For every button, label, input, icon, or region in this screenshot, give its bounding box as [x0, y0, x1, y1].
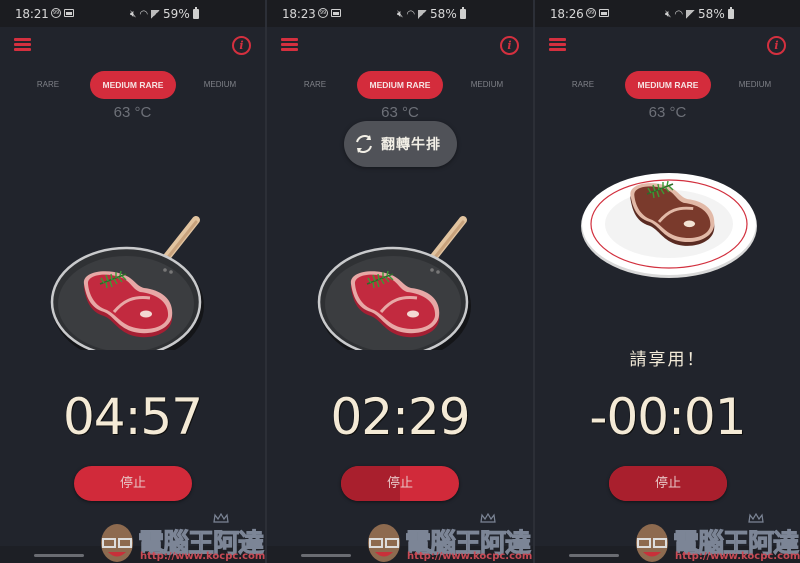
status-time: 18:26: [550, 7, 584, 21]
stop-button-label: 停止: [119, 476, 146, 491]
home-gesture-bar[interactable]: [34, 554, 84, 557]
mute-icon: 🔇︎: [397, 8, 404, 20]
home-gesture-bar[interactable]: [569, 554, 619, 557]
watermark-crown-icon: [480, 513, 496, 523]
menu-button[interactable]: [14, 38, 31, 51]
screen-1: 18:21 99 🔇︎ ◠ 59% i RARE MEDIUM RARE MED…: [0, 0, 265, 563]
refresh-icon: [356, 135, 372, 153]
countdown-timer: 02:29: [330, 388, 470, 446]
notification-badge-icon: 99: [586, 8, 596, 18]
home-gesture-bar[interactable]: [301, 554, 351, 557]
doneness-tabs: RARE MEDIUM RARE MEDIUM: [0, 71, 265, 99]
gallery-notification-icon: [599, 9, 609, 17]
steak-on-plate-image: [581, 173, 757, 278]
toast-text: 翻轉牛排: [381, 137, 441, 153]
signal-icon: [151, 9, 161, 19]
watermark-crown-icon: [748, 513, 764, 523]
status-bar: 18:21 99 🔇︎ ◠ 59%: [0, 0, 265, 27]
status-time: 18:23: [282, 7, 316, 21]
status-bar: 18:26 99 🔇︎ ◠ 58%: [535, 0, 800, 27]
mute-icon: 🔇︎: [130, 8, 137, 20]
battery-icon: [459, 7, 466, 19]
tab-rare[interactable]: RARE: [28, 71, 68, 99]
wifi-icon: ◠: [139, 8, 149, 20]
tab-medium[interactable]: MEDIUM: [459, 71, 515, 99]
mute-icon: 🔇︎: [665, 8, 672, 20]
target-temperature: 63 °C: [648, 104, 687, 121]
screen-3: 18:26 99 🔇︎ ◠ 58% i RARE MEDIUM RARE MED…: [535, 0, 800, 563]
stop-button[interactable]: 停止: [341, 466, 459, 501]
tab-rare[interactable]: RARE: [563, 71, 603, 99]
tab-rare[interactable]: RARE: [295, 71, 335, 99]
steak-in-pan-image: [317, 216, 471, 350]
notification-badge-icon: 99: [318, 8, 328, 18]
wifi-icon: ◠: [674, 8, 684, 20]
screen-2: 18:23 99 🔇︎ ◠ 58% i RARE MEDIUM RARE MED…: [267, 0, 533, 563]
stop-button-label: 停止: [386, 476, 413, 491]
signal-icon: [686, 9, 696, 19]
status-time: 18:21: [15, 7, 49, 21]
stop-button[interactable]: 停止: [609, 466, 727, 501]
flip-steak-toast: 翻轉牛排: [344, 121, 457, 167]
tab-medium-rare[interactable]: MEDIUM RARE: [357, 71, 443, 99]
target-temperature: 63 °C: [113, 104, 152, 121]
target-temperature: 63 °C: [381, 104, 419, 121]
battery-icon: [192, 7, 199, 19]
countdown-timer: 04:57: [62, 388, 203, 446]
notification-badge-icon: 99: [51, 8, 61, 18]
stop-button-label: 停止: [654, 476, 681, 491]
tab-medium[interactable]: MEDIUM: [192, 71, 248, 99]
doneness-tabs: RARE MEDIUM RARE MEDIUM: [267, 71, 533, 99]
info-button[interactable]: i: [500, 36, 519, 55]
status-message: 請享用！: [629, 350, 706, 370]
countdown-timer: -00:01: [589, 388, 746, 446]
wifi-icon: ◠: [406, 8, 416, 20]
doneness-tabs: RARE MEDIUM RARE MEDIUM: [535, 71, 800, 99]
tab-medium[interactable]: MEDIUM: [727, 71, 783, 99]
battery-icon: [727, 7, 734, 19]
menu-button[interactable]: [281, 38, 298, 51]
stop-button[interactable]: 停止: [74, 466, 192, 501]
status-bar: 18:23 99 🔇︎ ◠ 58%: [267, 0, 533, 27]
battery-percent: 59%: [163, 7, 190, 21]
watermark-crown-icon: [213, 513, 229, 523]
menu-button[interactable]: [549, 38, 566, 51]
steak-in-pan-image: [50, 216, 204, 350]
tab-medium-rare[interactable]: MEDIUM RARE: [625, 71, 711, 99]
gallery-notification-icon: [64, 9, 74, 17]
battery-percent: 58%: [698, 7, 725, 21]
gallery-notification-icon: [331, 9, 341, 17]
info-button[interactable]: i: [767, 36, 786, 55]
signal-icon: [418, 9, 428, 19]
tab-medium-rare[interactable]: MEDIUM RARE: [90, 71, 176, 99]
battery-percent: 58%: [430, 7, 457, 21]
info-button[interactable]: i: [232, 36, 251, 55]
